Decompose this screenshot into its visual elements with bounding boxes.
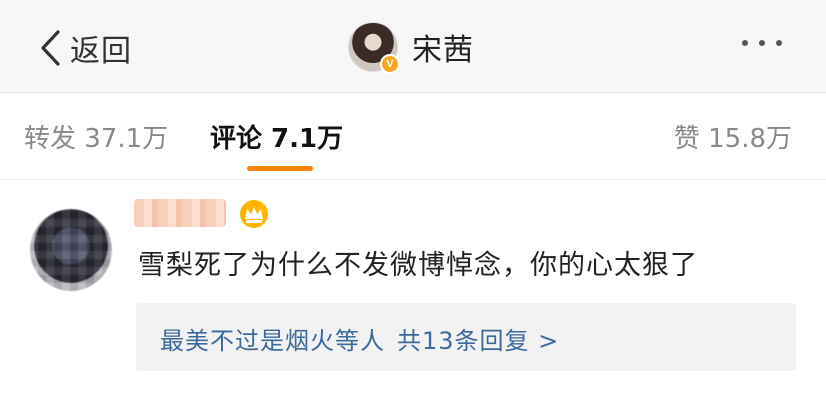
tab-like[interactable]: 赞 15.8万 — [674, 118, 792, 155]
reply-author: 最美不过是烟火等人 — [160, 327, 385, 355]
dot-icon — [759, 40, 765, 46]
comment-item: 雪梨死了为什么不发微博悼念，你的心太狠了 最美不过是烟火等人 共13条回复 > — [0, 181, 826, 408]
reply-preview[interactable]: 最美不过是烟火等人 共13条回复 > — [160, 321, 559, 356]
avatar[interactable]: V — [348, 22, 400, 74]
commenter-name-blurred[interactable] — [134, 199, 226, 227]
top-navigation-bar: 返回 V 宋茜 — [0, 0, 826, 93]
reply-preview-box[interactable]: 最美不过是烟火等人 共13条回复 > — [136, 303, 796, 371]
profile-title[interactable]: V 宋茜 — [348, 22, 474, 74]
chevron-left-icon — [41, 30, 60, 66]
verified-badge-icon: V — [380, 54, 400, 74]
back-button[interactable]: 返回 — [38, 24, 132, 72]
commenter-avatar[interactable] — [30, 209, 112, 291]
dot-icon — [742, 40, 748, 46]
crown-icon — [240, 200, 268, 228]
back-label: 返回 — [70, 34, 132, 69]
tab-repost[interactable]: 转发 37.1万 — [24, 118, 168, 155]
tab-comment[interactable]: 评论 7.1万 — [210, 118, 343, 155]
page-title: 宋茜 — [412, 33, 474, 68]
active-tab-indicator — [247, 166, 313, 171]
dot-icon — [776, 40, 782, 46]
more-options-button[interactable] — [742, 40, 782, 46]
reply-count-link[interactable]: 共13条回复 > — [397, 327, 559, 355]
comment-text: 雪梨死了为什么不发微博悼念，你的心太狠了 — [138, 250, 698, 281]
tab-bar: 转发 37.1万 评论 7.1万 赞 15.8万 — [0, 94, 826, 180]
